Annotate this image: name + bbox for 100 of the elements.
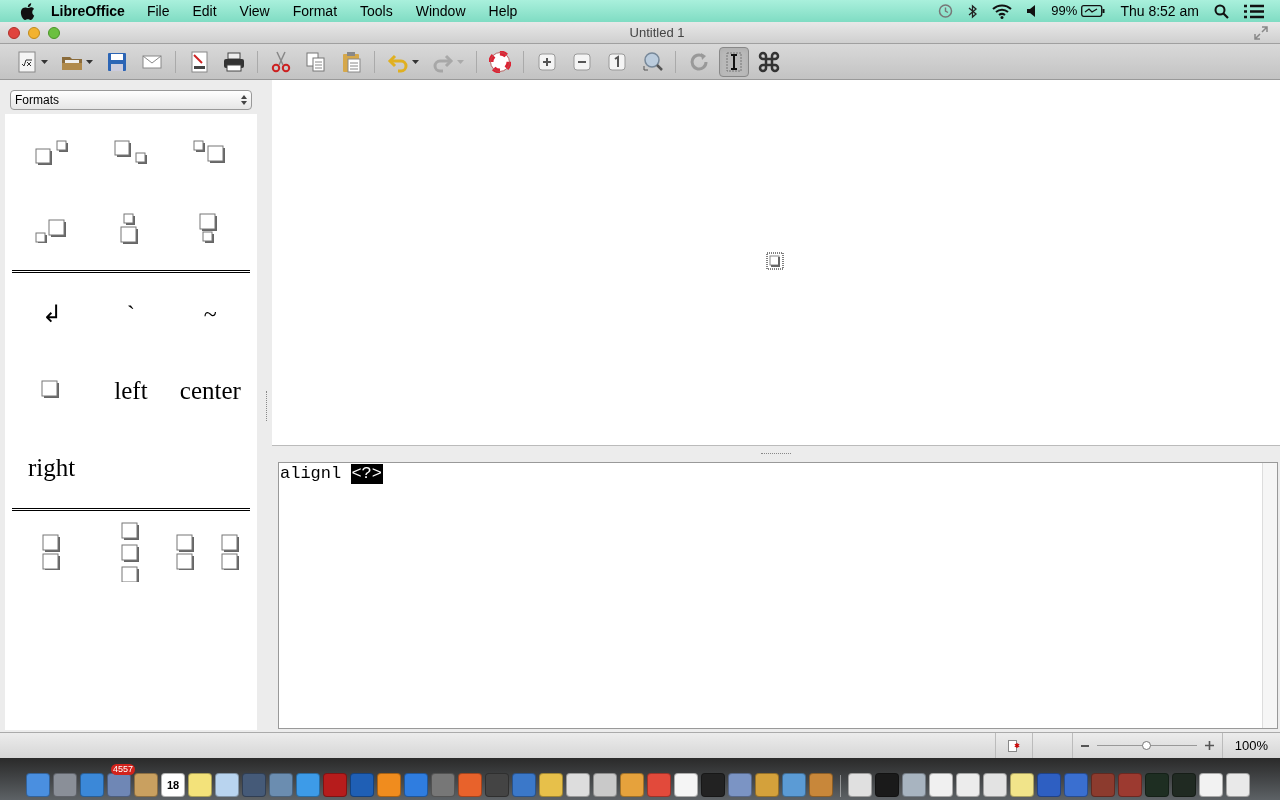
- dock-app-icon[interactable]: [350, 773, 374, 797]
- dock-app-icon[interactable]: [26, 773, 50, 797]
- menu-item[interactable]: Window: [415, 0, 466, 22]
- dock-app-icon[interactable]: [929, 773, 953, 797]
- notification-badge: 4557: [111, 764, 136, 775]
- dock-app-icon[interactable]: [80, 773, 104, 797]
- copy-icon: [305, 50, 327, 73]
- dock-app-icon[interactable]: [1010, 773, 1034, 797]
- dock-app-icon[interactable]: [620, 773, 644, 797]
- dock-app-icon[interactable]: [539, 773, 563, 797]
- apple-logo-icon[interactable]: [20, 2, 35, 20]
- dock-app-icon[interactable]: [593, 773, 617, 797]
- dock-app-icon[interactable]: 18: [161, 773, 185, 797]
- minimize-button[interactable]: [28, 26, 40, 39]
- wifi-icon[interactable]: [992, 3, 1013, 19]
- refresh-icon: [688, 50, 710, 73]
- search-icon[interactable]: [1214, 3, 1229, 19]
- dock-app-icon[interactable]: [566, 773, 590, 797]
- symbol-element[interactable]: `: [127, 295, 135, 332]
- dock-app-icon[interactable]: [1091, 773, 1115, 797]
- zoom-out-icon[interactable]: [1080, 744, 1089, 747]
- close-button[interactable]: [8, 26, 20, 39]
- clock-history-icon[interactable]: [937, 3, 954, 19]
- dock-app-icon[interactable]: [674, 773, 698, 797]
- zoom-percentage[interactable]: 100%: [1234, 735, 1268, 756]
- dock-app-icon[interactable]: [188, 773, 212, 797]
- placeholder-box-icon: [766, 252, 784, 270]
- menu-item[interactable]: File: [146, 0, 170, 22]
- slider-thumb[interactable]: [1142, 741, 1152, 750]
- toolbar-button[interactable]: [719, 46, 749, 77]
- magnifier-icon: [641, 50, 663, 73]
- selected-placeholder: <?>: [351, 464, 383, 484]
- dropdown-arrow-icon[interactable]: [86, 59, 93, 64]
- alignment-keyword[interactable]: center: [179, 371, 241, 410]
- scissors-icon: [270, 50, 292, 73]
- superscript-right-icon[interactable]: [34, 139, 69, 166]
- dock-app-icon[interactable]: [848, 773, 872, 797]
- command-editor[interactable]: alignl <?>: [278, 462, 1278, 729]
- battery-percentage: 99%: [1051, 2, 1078, 21]
- bluetooth-icon[interactable]: [968, 3, 978, 19]
- dock-app-icon[interactable]: [1226, 773, 1250, 797]
- clock[interactable]: Thu 8:52 am: [1120, 0, 1199, 22]
- volume-icon[interactable]: [1027, 5, 1037, 17]
- dock-app-icon[interactable]: [728, 773, 752, 797]
- menu-item[interactable]: View: [239, 0, 270, 22]
- symbol-element[interactable]: ↲: [41, 295, 62, 332]
- dock-app-icon[interactable]: [242, 773, 266, 797]
- menu-item[interactable]: Edit: [192, 0, 217, 22]
- dock-app-icon[interactable]: [902, 773, 926, 797]
- app-menu[interactable]: LibreOffice: [51, 0, 125, 22]
- dock-app-icon[interactable]: [647, 773, 671, 797]
- menu-item[interactable]: Format: [292, 0, 338, 22]
- category-dropdown[interactable]: Formats: [10, 90, 252, 110]
- dock-app-icon[interactable]: [323, 773, 347, 797]
- binomial-icon[interactable]: [40, 533, 63, 570]
- alignment-keyword[interactable]: right: [28, 448, 76, 487]
- lifebuoy-icon: [489, 50, 511, 73]
- dock-app-icon[interactable]: [269, 773, 293, 797]
- dock-app-icon[interactable]: [782, 773, 806, 797]
- dock-app-icon[interactable]: [296, 773, 320, 797]
- subscript-right-icon[interactable]: [114, 139, 148, 166]
- text-cursor-icon: [723, 50, 745, 73]
- symbol-element[interactable]: ~: [203, 295, 217, 332]
- dock-app-icon[interactable]: [809, 773, 833, 797]
- dock-app-icon[interactable]: [107, 773, 131, 797]
- plus-icon: [536, 50, 558, 73]
- dock-app-icon[interactable]: [404, 773, 428, 797]
- alignment-keyword[interactable]: left: [114, 371, 148, 410]
- dock-app-icon[interactable]: [431, 773, 455, 797]
- dock-app-icon[interactable]: [755, 773, 779, 797]
- dock-app-icon[interactable]: [1199, 773, 1223, 797]
- dock-app-icon[interactable]: [134, 773, 158, 797]
- new-formula-icon: [16, 50, 38, 73]
- dock-app-icon[interactable]: [215, 773, 239, 797]
- dock-app-icon[interactable]: [1118, 773, 1142, 797]
- zoom-button[interactable]: [48, 26, 60, 39]
- battery-charging-icon[interactable]: [1081, 5, 1106, 17]
- pdf-document-icon: [188, 50, 210, 73]
- splitter-handle[interactable]: [266, 391, 268, 421]
- subscript-left-icon[interactable]: [34, 216, 69, 243]
- dock-app-icon[interactable]: [458, 773, 482, 797]
- menu-item[interactable]: Tools: [360, 0, 393, 22]
- stack-icon[interactable]: [120, 521, 142, 582]
- minus-icon: [571, 50, 593, 73]
- fullscreen-icon[interactable]: [1254, 25, 1268, 40]
- list-icon[interactable]: [1244, 3, 1264, 19]
- dock-app-icon[interactable]: [956, 773, 980, 797]
- zoom-in-icon[interactable]: [1204, 741, 1214, 750]
- dock-app-icon[interactable]: [983, 773, 1007, 797]
- menu-item[interactable]: Help: [488, 0, 518, 22]
- zoom-slider[interactable]: [1096, 739, 1197, 752]
- splitter-handle[interactable]: [761, 453, 791, 455]
- dropdown-arrow-icon[interactable]: [412, 59, 419, 64]
- dropdown-arrow-icon[interactable]: [41, 59, 48, 64]
- dock-app-icon[interactable]: [1037, 773, 1061, 797]
- dock-app-icon[interactable]: [53, 773, 77, 797]
- dock-app-icon[interactable]: [377, 773, 401, 797]
- superscript-left-icon[interactable]: [193, 139, 228, 166]
- dock-app-icon[interactable]: [512, 773, 536, 797]
- dock-app-icon[interactable]: [1064, 773, 1088, 797]
